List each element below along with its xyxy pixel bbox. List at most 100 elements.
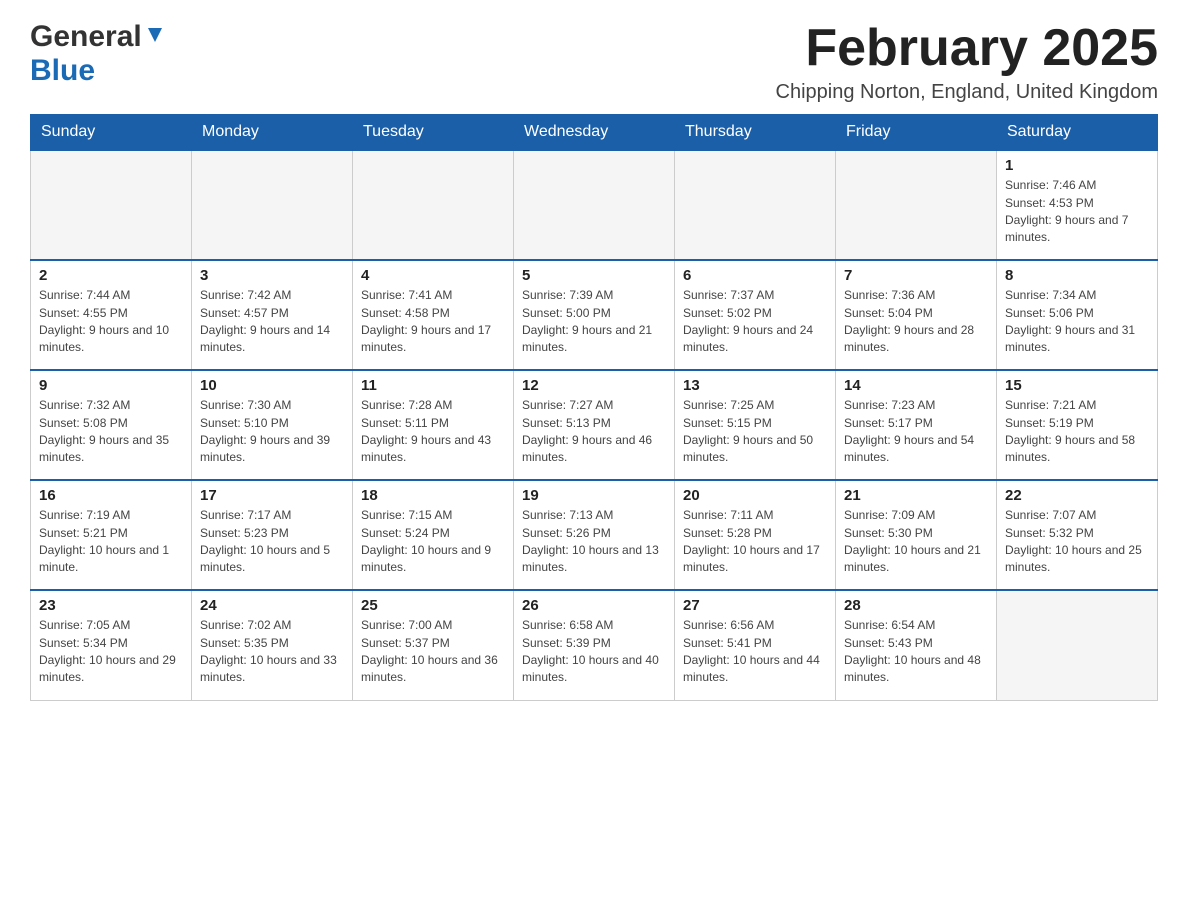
calendar-header: SundayMondayTuesdayWednesdayThursdayFrid…: [31, 115, 1158, 151]
day-info: Sunrise: 7:02 AMSunset: 5:35 PMDaylight:…: [200, 617, 344, 687]
calendar-cell: 22 Sunrise: 7:07 AMSunset: 5:32 PMDayligh…: [997, 480, 1158, 590]
day-number: 2: [39, 267, 183, 284]
location-text: Chipping Norton, England, United Kingdom: [776, 81, 1158, 104]
weekday-header-tuesday: Tuesday: [353, 115, 514, 151]
calendar-week-5: 23 Sunrise: 7:05 AMSunset: 5:34 PMDayligh…: [31, 590, 1158, 700]
calendar-cell: 11 Sunrise: 7:28 AMSunset: 5:11 PMDayligh…: [353, 370, 514, 480]
month-title: February 2025: [776, 20, 1158, 77]
day-info: Sunrise: 7:13 AMSunset: 5:26 PMDaylight:…: [522, 507, 666, 577]
day-number: 20: [683, 487, 827, 504]
day-number: 14: [844, 377, 988, 394]
day-info: Sunrise: 7:37 AMSunset: 5:02 PMDaylight:…: [683, 287, 827, 357]
weekday-header-row: SundayMondayTuesdayWednesdayThursdayFrid…: [31, 115, 1158, 151]
day-number: 8: [1005, 267, 1149, 284]
weekday-header-sunday: Sunday: [31, 115, 192, 151]
calendar-cell: 13 Sunrise: 7:25 AMSunset: 5:15 PMDayligh…: [675, 370, 836, 480]
day-number: 24: [200, 597, 344, 614]
day-info: Sunrise: 7:17 AMSunset: 5:23 PMDaylight:…: [200, 507, 344, 577]
day-info: Sunrise: 7:23 AMSunset: 5:17 PMDaylight:…: [844, 397, 988, 467]
calendar-cell: 9Sunrise: 7:32 AMSunset: 5:08 PMDaylight…: [31, 370, 192, 480]
day-number: 28: [844, 597, 988, 614]
calendar-body: 1 Sunrise: 7:46 AMSunset: 4:53 PMDaylight…: [31, 150, 1158, 700]
day-info: Sunrise: 7:44 AMSunset: 4:55 PMDaylight:…: [39, 287, 183, 357]
calendar-table: SundayMondayTuesdayWednesdayThursdayFrid…: [30, 114, 1158, 701]
day-info: Sunrise: 7:00 AMSunset: 5:37 PMDaylight:…: [361, 617, 505, 687]
day-number: 16: [39, 487, 183, 504]
calendar-cell: 8 Sunrise: 7:34 AMSunset: 5:06 PMDaylight…: [997, 260, 1158, 370]
day-info: Sunrise: 7:36 AMSunset: 5:04 PMDaylight:…: [844, 287, 988, 357]
calendar-week-3: 9Sunrise: 7:32 AMSunset: 5:08 PMDaylight…: [31, 370, 1158, 480]
day-info: Sunrise: 6:58 AMSunset: 5:39 PMDaylight:…: [522, 617, 666, 687]
calendar-cell: [31, 150, 192, 260]
day-number: 3: [200, 267, 344, 284]
calendar-week-4: 16 Sunrise: 7:19 AMSunset: 5:21 PMDayligh…: [31, 480, 1158, 590]
calendar-cell: 16 Sunrise: 7:19 AMSunset: 5:21 PMDayligh…: [31, 480, 192, 590]
calendar-cell: 2 Sunrise: 7:44 AMSunset: 4:55 PMDaylight…: [31, 260, 192, 370]
day-number: 19: [522, 487, 666, 504]
day-info: Sunrise: 7:25 AMSunset: 5:15 PMDaylight:…: [683, 397, 827, 467]
calendar-cell: [192, 150, 353, 260]
day-number: 23: [39, 597, 183, 614]
day-info: Sunrise: 7:46 AMSunset: 4:53 PMDaylight:…: [1005, 177, 1149, 247]
day-info: Sunrise: 7:11 AMSunset: 5:28 PMDaylight:…: [683, 507, 827, 577]
calendar-cell: 19 Sunrise: 7:13 AMSunset: 5:26 PMDayligh…: [514, 480, 675, 590]
day-info: Sunrise: 7:34 AMSunset: 5:06 PMDaylight:…: [1005, 287, 1149, 357]
day-number: 13: [683, 377, 827, 394]
day-number: 1: [1005, 157, 1149, 174]
calendar-cell: 23 Sunrise: 7:05 AMSunset: 5:34 PMDayligh…: [31, 590, 192, 700]
calendar-cell: [353, 150, 514, 260]
weekday-header-monday: Monday: [192, 115, 353, 151]
calendar-cell: 3 Sunrise: 7:42 AMSunset: 4:57 PMDaylight…: [192, 260, 353, 370]
page-header: General Blue February 2025 Chipping Nort…: [30, 20, 1158, 104]
day-number: 7: [844, 267, 988, 284]
calendar-cell: 15 Sunrise: 7:21 AMSunset: 5:19 PMDayligh…: [997, 370, 1158, 480]
day-info: Sunrise: 7:15 AMSunset: 5:24 PMDaylight:…: [361, 507, 505, 577]
day-number: 11: [361, 377, 505, 394]
day-info: Sunrise: 7:39 AMSunset: 5:00 PMDaylight:…: [522, 287, 666, 357]
day-info: Sunrise: 7:05 AMSunset: 5:34 PMDaylight:…: [39, 617, 183, 687]
logo: General Blue: [30, 20, 166, 88]
calendar-cell: 21 Sunrise: 7:09 AMSunset: 5:30 PMDayligh…: [836, 480, 997, 590]
calendar-week-2: 2 Sunrise: 7:44 AMSunset: 4:55 PMDaylight…: [31, 260, 1158, 370]
day-info: Sunrise: 7:09 AMSunset: 5:30 PMDaylight:…: [844, 507, 988, 577]
day-number: 9: [39, 377, 183, 394]
day-info: Sunrise: 7:28 AMSunset: 5:11 PMDaylight:…: [361, 397, 505, 467]
calendar-cell: 24 Sunrise: 7:02 AMSunset: 5:35 PMDayligh…: [192, 590, 353, 700]
day-info: Sunrise: 7:07 AMSunset: 5:32 PMDaylight:…: [1005, 507, 1149, 577]
calendar-cell: 6 Sunrise: 7:37 AMSunset: 5:02 PMDaylight…: [675, 260, 836, 370]
day-number: 18: [361, 487, 505, 504]
logo-blue-text: Blue: [30, 54, 95, 88]
day-number: 10: [200, 377, 344, 394]
calendar-cell: 18 Sunrise: 7:15 AMSunset: 5:24 PMDayligh…: [353, 480, 514, 590]
weekday-header-wednesday: Wednesday: [514, 115, 675, 151]
calendar-cell: 4Sunrise: 7:41 AMSunset: 4:58 PMDaylight…: [353, 260, 514, 370]
day-info: Sunrise: 7:21 AMSunset: 5:19 PMDaylight:…: [1005, 397, 1149, 467]
weekday-header-thursday: Thursday: [675, 115, 836, 151]
title-section: February 2025 Chipping Norton, England, …: [776, 20, 1158, 104]
weekday-header-friday: Friday: [836, 115, 997, 151]
day-number: 12: [522, 377, 666, 394]
day-number: 21: [844, 487, 988, 504]
day-number: 26: [522, 597, 666, 614]
logo-arrow-icon: [144, 24, 166, 51]
day-info: Sunrise: 6:54 AMSunset: 5:43 PMDaylight:…: [844, 617, 988, 687]
calendar-cell: 26 Sunrise: 6:58 AMSunset: 5:39 PMDayligh…: [514, 590, 675, 700]
calendar-cell: 27Sunrise: 6:56 AMSunset: 5:41 PMDayligh…: [675, 590, 836, 700]
day-number: 15: [1005, 377, 1149, 394]
calendar-cell: 10Sunrise: 7:30 AMSunset: 5:10 PMDayligh…: [192, 370, 353, 480]
day-info: Sunrise: 7:27 AMSunset: 5:13 PMDaylight:…: [522, 397, 666, 467]
calendar-cell: 28 Sunrise: 6:54 AMSunset: 5:43 PMDayligh…: [836, 590, 997, 700]
calendar-cell: [514, 150, 675, 260]
calendar-cell: [836, 150, 997, 260]
day-info: Sunrise: 7:19 AMSunset: 5:21 PMDaylight:…: [39, 507, 183, 577]
day-info: Sunrise: 6:56 AMSunset: 5:41 PMDaylight:…: [683, 617, 827, 687]
day-info: Sunrise: 7:42 AMSunset: 4:57 PMDaylight:…: [200, 287, 344, 357]
day-info: Sunrise: 7:41 AMSunset: 4:58 PMDaylight:…: [361, 287, 505, 357]
calendar-cell: [675, 150, 836, 260]
calendar-cell: 5Sunrise: 7:39 AMSunset: 5:00 PMDaylight…: [514, 260, 675, 370]
calendar-cell: 14 Sunrise: 7:23 AMSunset: 5:17 PMDayligh…: [836, 370, 997, 480]
logo-general-text: General: [30, 20, 142, 54]
calendar-cell: 1 Sunrise: 7:46 AMSunset: 4:53 PMDaylight…: [997, 150, 1158, 260]
day-number: 6: [683, 267, 827, 284]
day-number: 22: [1005, 487, 1149, 504]
